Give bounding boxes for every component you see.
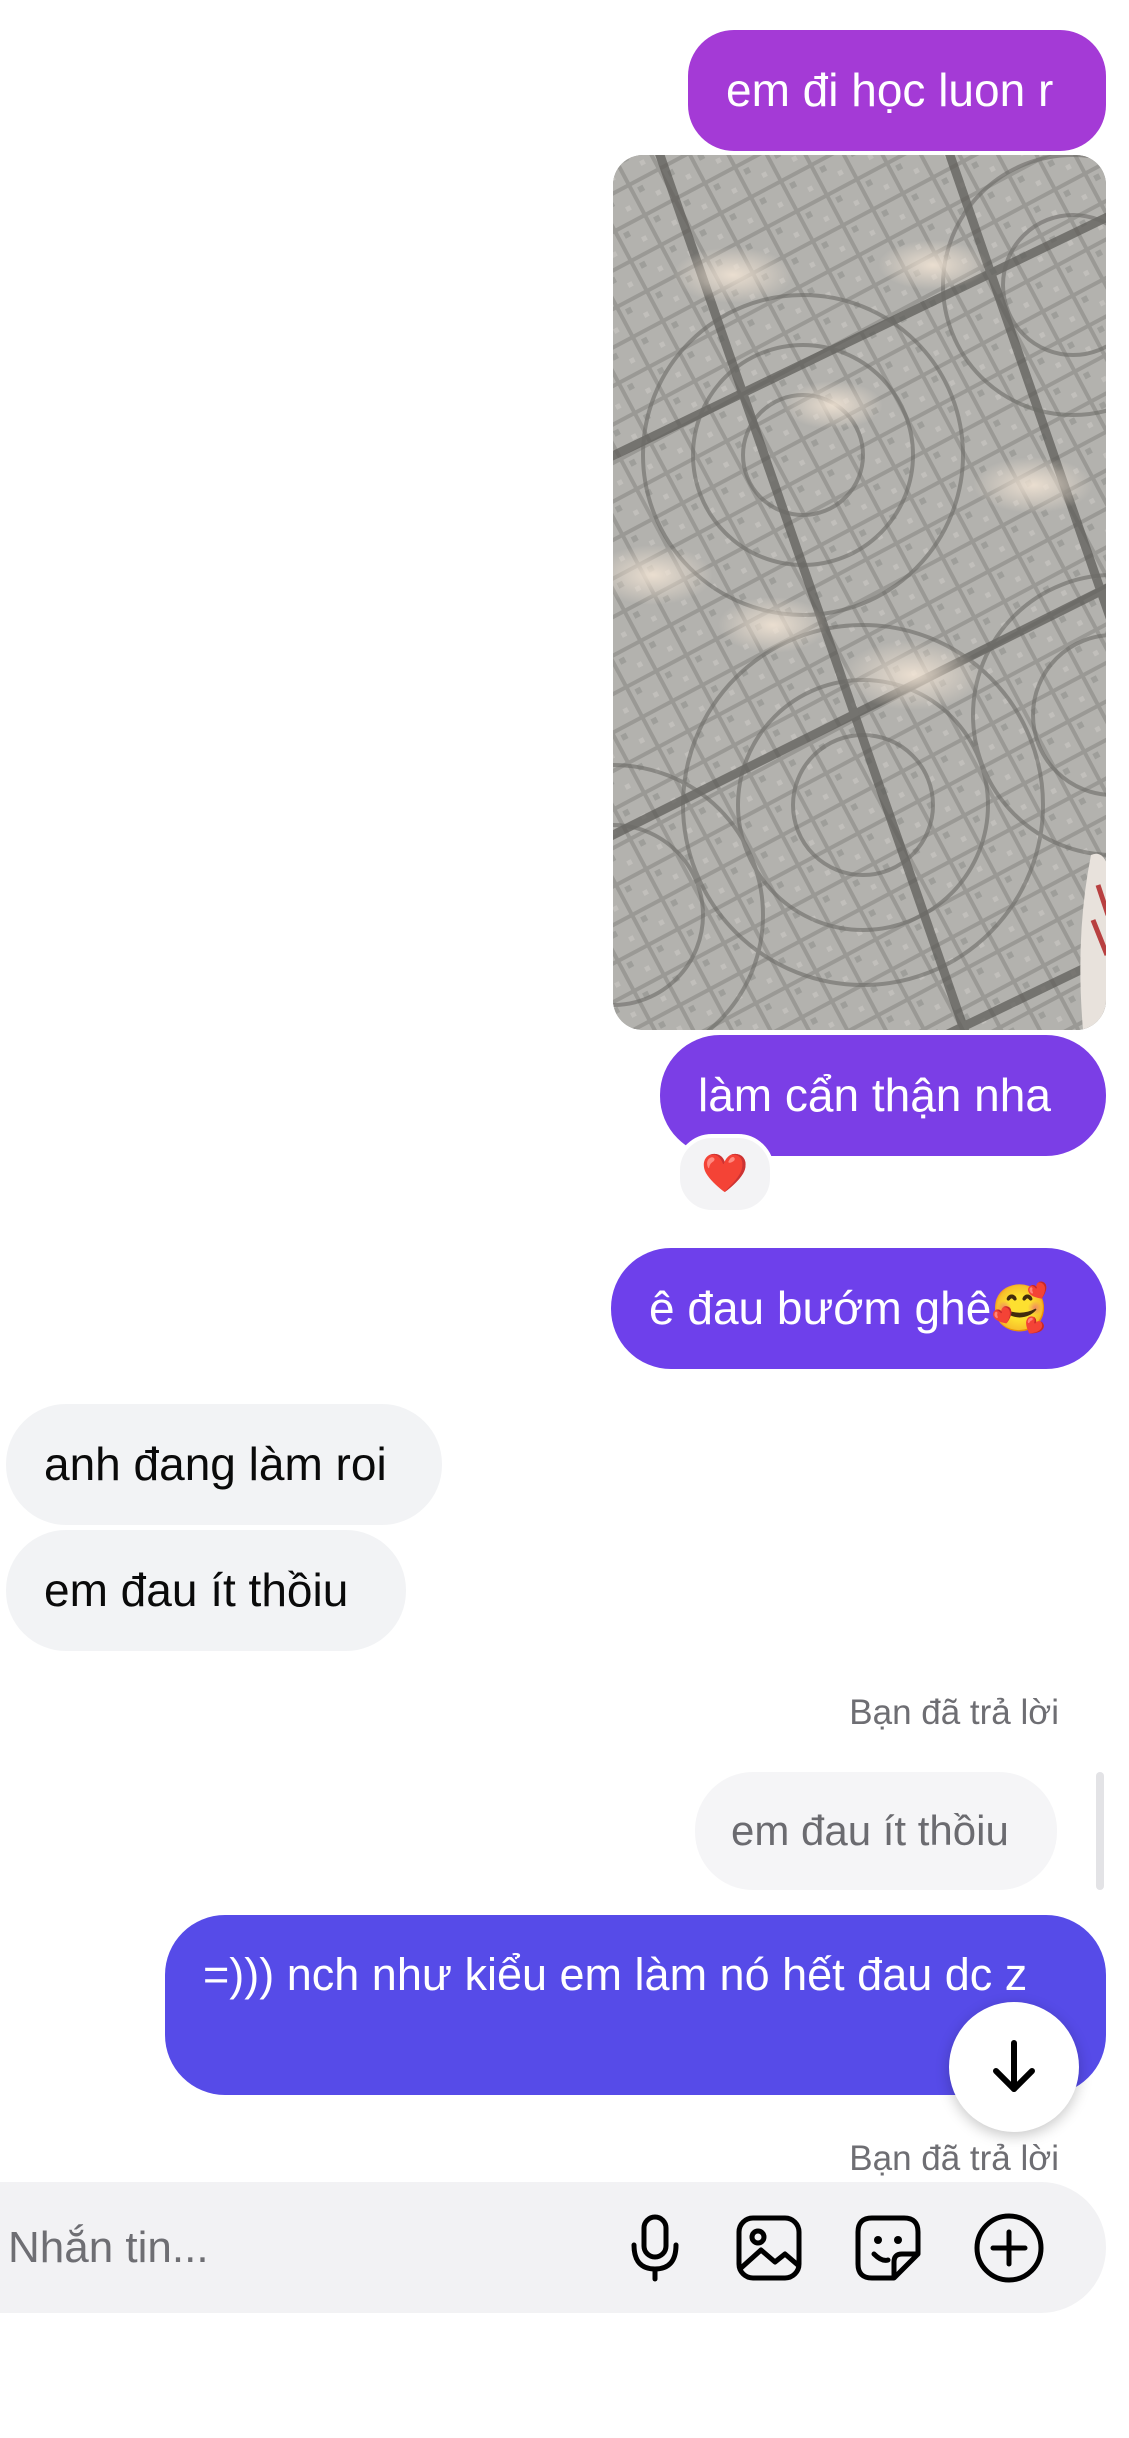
message-text: em đau ít thồiu	[44, 1564, 349, 1616]
sticker-icon	[855, 2215, 921, 2281]
reply-label: Bạn đã trả lời	[849, 2139, 1059, 2178]
message-bubble-outgoing[interactable]: ê đau bướm ghê🥰	[611, 1248, 1106, 1369]
gallery-button[interactable]	[733, 2212, 805, 2284]
sticker-button[interactable]	[852, 2212, 924, 2284]
more-actions-button[interactable]	[973, 2212, 1045, 2284]
message-text: làm cẩn thận nha	[698, 1069, 1051, 1121]
quoted-text: em đau ít thồiu	[731, 1807, 1009, 1854]
image-icon	[736, 2215, 802, 2281]
scroll-to-bottom-button[interactable]	[949, 2002, 1079, 2132]
message-text: anh đang làm roi	[44, 1438, 387, 1490]
message-text: em đi học luon r	[726, 64, 1054, 116]
heart-reaction-badge[interactable]: ❤️	[676, 1134, 774, 1214]
paving-tiles-photo	[613, 155, 1106, 1030]
arrow-down-icon	[993, 2040, 1035, 2092]
message-bubble-incoming[interactable]: em đau ít thồiu	[6, 1530, 406, 1651]
message-bubble-incoming[interactable]: anh đang làm roi	[6, 1404, 442, 1525]
reply-label: Bạn đã trả lời	[849, 1693, 1059, 1732]
message-bubble-outgoing[interactable]: em đi học luon r	[688, 30, 1106, 151]
photo-message[interactable]	[613, 155, 1106, 1030]
message-text: ê đau bướm ghê🥰	[649, 1282, 1049, 1334]
plus-circle-icon	[974, 2213, 1044, 2283]
message-input[interactable]: Nhắn tin...	[8, 2218, 209, 2278]
heart-icon: ❤️	[701, 1153, 749, 1195]
microphone-button[interactable]	[619, 2212, 691, 2284]
message-text: =))) nch như kiểu em làm nó hết đau dc z	[203, 1949, 1028, 2000]
quoted-message[interactable]: em đau ít thồiu	[695, 1772, 1057, 1890]
quote-bar	[1096, 1772, 1104, 1890]
microphone-icon	[631, 2214, 679, 2282]
